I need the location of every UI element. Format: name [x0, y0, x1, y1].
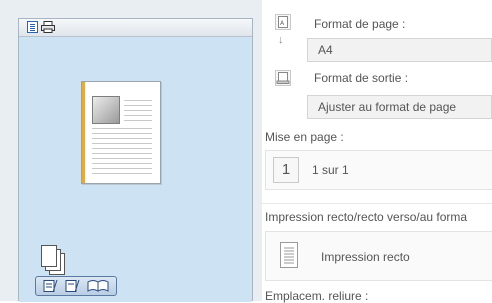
section-divider — [262, 203, 492, 204]
view-mode-switcher[interactable] — [35, 276, 117, 296]
paper-size-value: A4 — [318, 43, 333, 57]
paper-size-select[interactable]: A4 — [307, 38, 492, 62]
arrow-down-icon: ↓ — [278, 34, 284, 46]
page-image-placeholder — [92, 96, 120, 124]
duplex-selector[interactable]: Impression recto — [265, 231, 492, 281]
output-size-icon — [275, 70, 291, 86]
output-size-value: Ajuster au format de page — [318, 100, 457, 114]
duplex-label: Impression recto/recto verso/au forma — [265, 210, 468, 224]
page-thumbnail — [81, 81, 161, 184]
settings-panel: A ↓ Format de page : A4 Format de sortie… — [262, 0, 492, 303]
document-icon[interactable] — [27, 21, 38, 33]
output-size-label: Format de sortie : — [314, 71, 409, 85]
single-page-view-icon[interactable] — [41, 279, 61, 293]
layout-selector[interactable]: 1 1 sur 1 — [265, 150, 492, 190]
paper-size-label: Format de page : — [314, 17, 406, 31]
output-size-select[interactable]: Ajuster au format de page — [307, 95, 492, 119]
layout-label: Mise en page : — [265, 130, 344, 144]
preview-toolbar — [19, 19, 252, 37]
copies-stack-icon — [41, 245, 71, 277]
layout-number-icon: 1 — [273, 157, 299, 183]
binding-edge-marker — [82, 82, 85, 183]
preview-panel-frame — [0, 0, 262, 302]
booklet-view-icon[interactable] — [86, 279, 112, 293]
page-preview-area — [19, 37, 252, 302]
printer-icon[interactable] — [41, 21, 55, 33]
one-sided-page-icon — [280, 242, 298, 271]
duplex-value: Impression recto — [321, 250, 410, 264]
layout-value: 1 sur 1 — [312, 163, 349, 177]
preview-panel — [18, 18, 253, 302]
paper-size-icon: A — [275, 14, 291, 30]
double-page-view-icon[interactable] — [63, 279, 83, 293]
